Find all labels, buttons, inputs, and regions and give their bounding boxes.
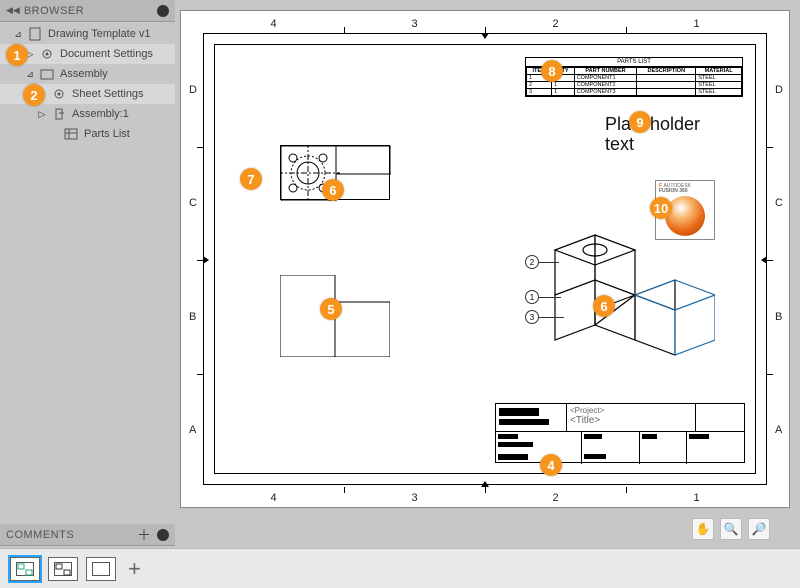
zoom-extents-tool[interactable]: 🔎 [748, 518, 770, 540]
iso-leader [539, 297, 561, 298]
axis-tick [767, 260, 773, 261]
assembly-icon [51, 106, 67, 122]
axis-row-label: A [189, 424, 196, 436]
axis-row-label: A [775, 424, 782, 436]
axis-col-label: 3 [411, 18, 417, 30]
browser-tree: ⊿Drawing Template v1▷Document Settings⊿A… [0, 22, 175, 146]
axis-tick [197, 374, 203, 375]
axis-col-label: 3 [411, 492, 417, 504]
sheet-thumb-1[interactable] [10, 557, 40, 581]
iso-balloon-1[interactable]: 1 [525, 290, 539, 304]
expander-icon[interactable]: ⊿ [12, 29, 24, 40]
title-block-project: <Project> [570, 406, 692, 415]
iso-balloon-2[interactable]: 2 [525, 255, 539, 269]
logo-swirl-icon [665, 196, 705, 236]
center-mark-icon [203, 256, 209, 264]
sheet-outer-frame: 2 1 3 PARTS LIST ITEMQTYPART NUMBERDESCR… [203, 33, 767, 485]
callout-10: 10 [650, 197, 672, 219]
axis-tick [767, 374, 773, 375]
axis-tick [197, 147, 203, 148]
title-block-title: <Title> [570, 415, 692, 426]
panel-menu-icon[interactable] [157, 5, 169, 17]
center-mark-icon [761, 256, 767, 264]
callout-6b: 6 [593, 295, 615, 317]
center-mark-icon [481, 481, 489, 487]
sheet-inner-frame: 2 1 3 PARTS LIST ITEMQTYPART NUMBERDESCR… [214, 44, 756, 474]
iso-balloon-3[interactable]: 3 [525, 310, 539, 324]
callout-5: 5 [320, 298, 342, 320]
comments-menu-icon[interactable] [157, 529, 169, 541]
sheet-thumb-3[interactable] [86, 557, 116, 581]
title-block[interactable]: <Project> <Title> [495, 403, 745, 463]
axis-col-label: 1 [693, 492, 699, 504]
axis-row-label: B [775, 311, 782, 323]
expander-icon[interactable]: ⊿ [24, 69, 36, 80]
tree-item-assembly-1[interactable]: ▷Assembly:1 [0, 104, 175, 124]
placeholder-text[interactable]: Placeholder text [605, 115, 700, 155]
axis-row-label: B [189, 311, 196, 323]
axis-tick [626, 27, 627, 33]
axis-tick [344, 27, 345, 33]
add-sheet-button[interactable]: + [128, 556, 141, 582]
axis-col-label: 2 [552, 492, 558, 504]
expander-icon[interactable]: ▷ [36, 109, 48, 120]
zoom-window-tool[interactable]: 🔍 [720, 518, 742, 540]
tree-item-parts-list[interactable]: Parts List [0, 124, 175, 144]
tree-item-drawing-template-v1[interactable]: ⊿Drawing Template v1 [0, 24, 175, 44]
axis-tick [485, 487, 486, 493]
axis-col-label: 4 [270, 492, 276, 504]
comments-title: COMMENTS [6, 529, 137, 541]
axis-col-label: 2 [552, 18, 558, 30]
callout-9: 9 [629, 111, 651, 133]
callout-2: 2 [23, 84, 45, 106]
collapse-panel-icon[interactable]: ◀◀ [6, 5, 20, 16]
axis-row-label: C [775, 197, 783, 209]
view-tools: ✋ 🔍 🔎 [692, 518, 770, 540]
gear-icon [51, 86, 67, 102]
axis-tick [767, 147, 773, 148]
sheet-icon [39, 66, 55, 82]
axis-row-label: D [775, 84, 783, 96]
callout-6a: 6 [322, 179, 344, 201]
gear-icon [39, 46, 55, 62]
tree-item-assembly[interactable]: ⊿Assembly [0, 64, 175, 84]
iso-leader [539, 262, 559, 263]
comments-header[interactable]: COMMENTS ＋ [0, 524, 175, 546]
callout-1: 1 [6, 44, 28, 66]
center-mark-icon [481, 33, 489, 39]
axis-row-label: C [189, 197, 197, 209]
add-comment-icon[interactable]: ＋ [137, 525, 151, 545]
browser-panel: ◀◀ BROWSER ⊿Drawing Template v1▷Document… [0, 0, 175, 146]
callout-7: 7 [240, 168, 262, 190]
axis-tick [344, 487, 345, 493]
axis-col-label: 1 [693, 18, 699, 30]
page-icon [27, 26, 43, 42]
pan-tool[interactable]: ✋ [692, 518, 714, 540]
browser-title: BROWSER [24, 5, 157, 17]
callout-8: 8 [541, 60, 563, 82]
drawing-canvas[interactable]: 2 1 3 PARTS LIST ITEMQTYPART NUMBERDESCR… [180, 10, 790, 508]
callout-4: 4 [540, 454, 562, 476]
sheet-thumb-2[interactable] [48, 557, 78, 581]
axis-col-label: 4 [270, 18, 276, 30]
sheet-tab-bar: + [0, 548, 800, 588]
axis-tick [626, 487, 627, 493]
drawing-view-iso[interactable] [545, 225, 715, 375]
axis-row-label: D [189, 84, 197, 96]
iso-leader [539, 317, 564, 318]
comments-panel: COMMENTS ＋ [0, 524, 175, 546]
table-icon [63, 126, 79, 142]
browser-header[interactable]: ◀◀ BROWSER [0, 0, 175, 22]
